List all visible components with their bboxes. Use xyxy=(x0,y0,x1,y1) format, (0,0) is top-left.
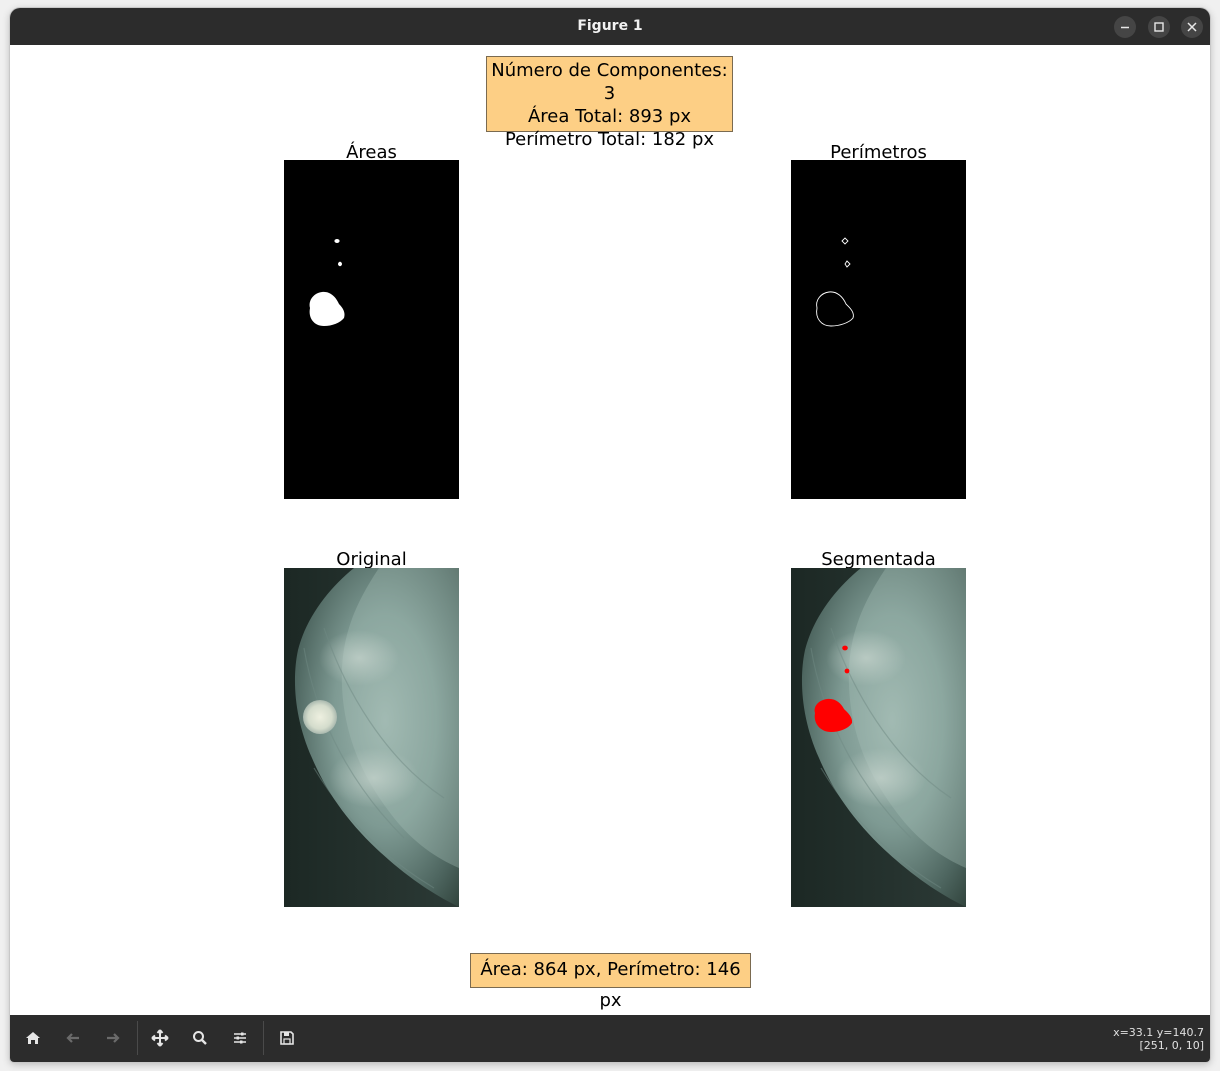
areas-image[interactable] xyxy=(284,160,459,499)
minimize-button[interactable] xyxy=(1114,16,1136,38)
areas-mask-plot xyxy=(284,160,459,499)
segmented-mammogram xyxy=(791,568,966,907)
pan-button[interactable] xyxy=(148,1026,172,1050)
pan-icon xyxy=(151,1029,169,1047)
zoom-icon xyxy=(193,1031,207,1045)
selected-component-text: Área: 864 px, Perímetro: 146 px xyxy=(480,959,741,1011)
segmented-title: Segmentada xyxy=(821,549,936,570)
forward-button[interactable] xyxy=(101,1026,125,1050)
original-title: Original xyxy=(336,549,407,570)
perimeters-contour-plot xyxy=(791,160,966,499)
minimize-icon xyxy=(1121,26,1129,29)
toolbar-separator xyxy=(137,1021,138,1055)
cursor-coordinates: x=33.1 y=140.7 xyxy=(1113,1026,1204,1039)
configure-subplots-button[interactable] xyxy=(228,1026,252,1050)
back-button[interactable] xyxy=(61,1026,85,1050)
forward-icon xyxy=(107,1033,120,1043)
maximize-icon xyxy=(1154,22,1164,32)
save-icon xyxy=(280,1031,294,1045)
total-perimeter-text: Perímetro Total: 182 px xyxy=(504,129,715,150)
back-icon xyxy=(66,1033,79,1043)
figure-window: Figure 1 Número de Componentes: 3 Área T… xyxy=(10,8,1210,1062)
save-button[interactable] xyxy=(275,1026,299,1050)
navigation-toolbar: x=33.1 y=140.7 [251, 0, 10] xyxy=(10,1015,1210,1062)
window-title: Figure 1 xyxy=(577,18,643,34)
title-bar[interactable]: Figure 1 xyxy=(10,8,1210,45)
selected-component-box: Área: 864 px, Perímetro: 146 px xyxy=(470,953,751,1011)
components-count-text: Número de Componentes: 3 xyxy=(491,60,728,104)
toolbar-separator xyxy=(263,1021,264,1055)
cursor-readout: x=33.1 y=140.7 [251, 0, 10] xyxy=(1113,1026,1204,1052)
original-image[interactable] xyxy=(284,568,459,907)
stats-box: Número de Componentes: 3 Área Total: 893… xyxy=(486,56,733,150)
segmented-image[interactable] xyxy=(791,568,966,907)
home-button[interactable] xyxy=(21,1026,45,1050)
original-mammogram xyxy=(284,568,459,907)
figure-canvas[interactable]: Número de Componentes: 3 Área Total: 893… xyxy=(10,45,1210,1015)
perimeters-image[interactable] xyxy=(791,160,966,499)
pixel-value: [251, 0, 10] xyxy=(1139,1039,1204,1052)
configure-subplots-icon xyxy=(234,1032,246,1044)
close-icon xyxy=(1187,22,1197,32)
close-button[interactable] xyxy=(1181,16,1203,38)
home-icon xyxy=(26,1032,40,1044)
zoom-button[interactable] xyxy=(188,1026,212,1050)
total-area-text: Área Total: 893 px xyxy=(527,106,692,127)
maximize-button[interactable] xyxy=(1148,16,1170,38)
